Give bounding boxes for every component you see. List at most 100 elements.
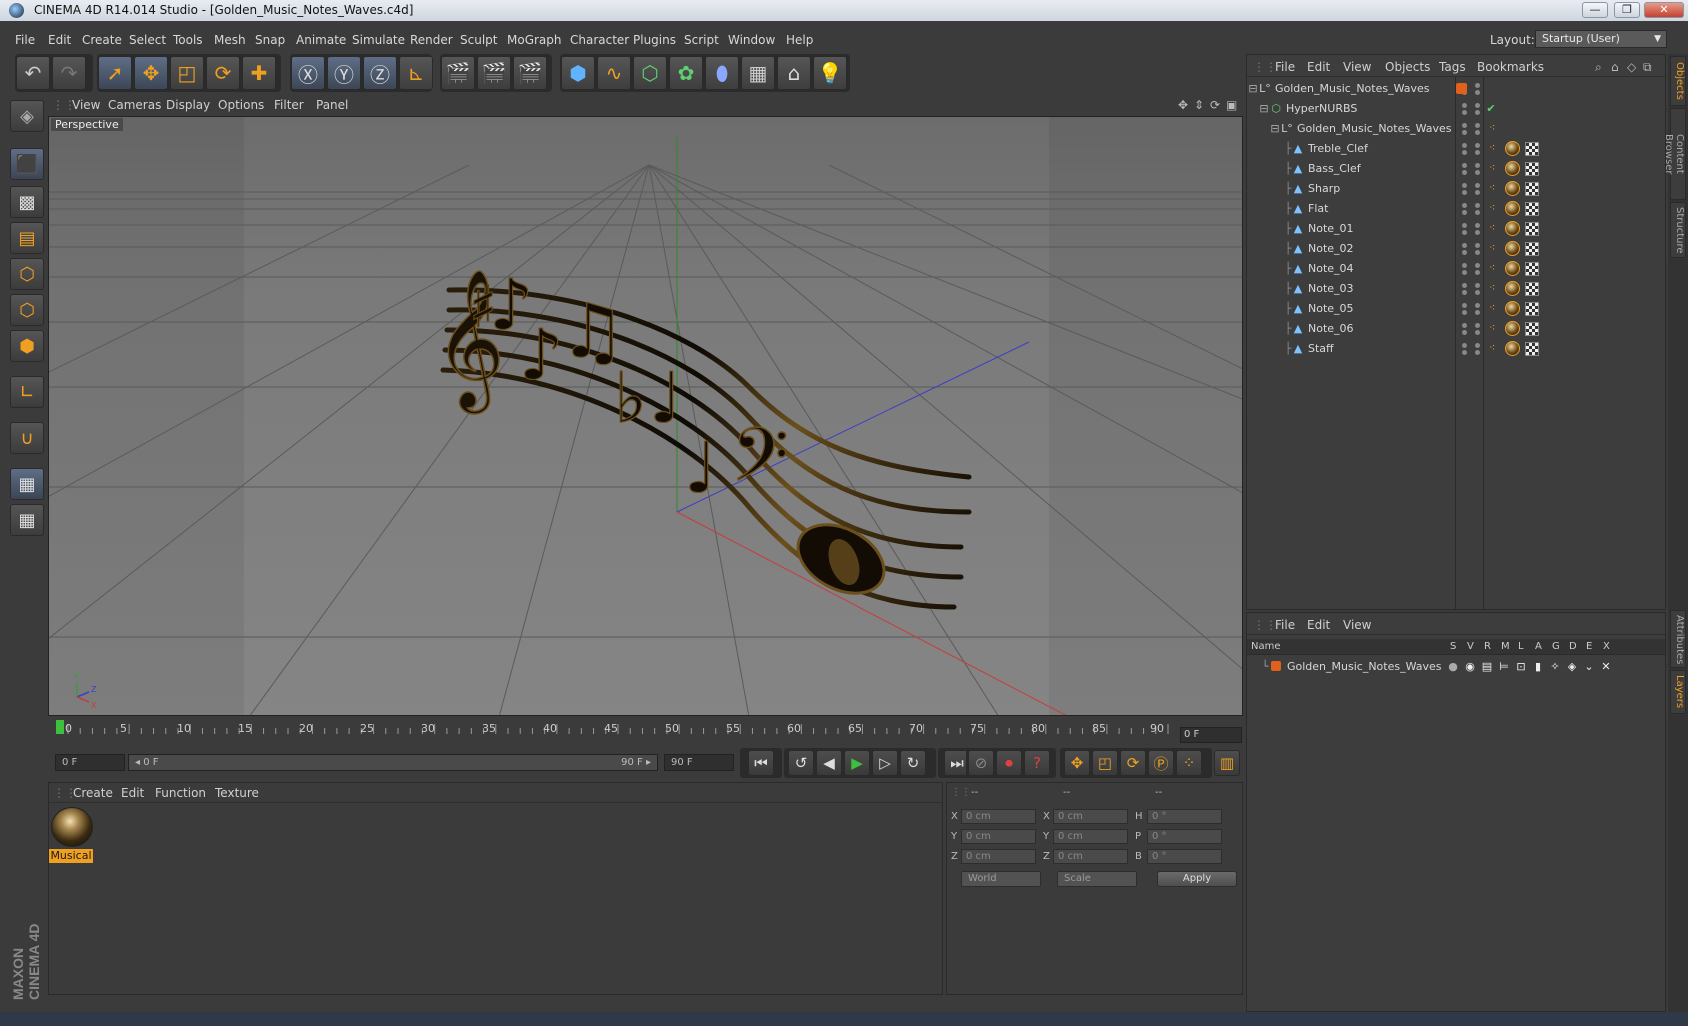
objects-menu-file[interactable]: File bbox=[1275, 60, 1295, 74]
editor-visibility-dot[interactable] bbox=[1462, 143, 1467, 148]
menu-simulate[interactable]: Simulate bbox=[352, 33, 405, 47]
editor-visibility-dot[interactable] bbox=[1475, 283, 1480, 288]
workplane-mode-button[interactable]: ▤ bbox=[10, 222, 44, 254]
object-row[interactable]: ├ ▲ Flat ⁖ bbox=[1247, 199, 1665, 219]
object-row[interactable]: ⊟ L° Golden_Music_Notes_Waves bbox=[1247, 79, 1665, 99]
objects-menu-bookmarks[interactable]: Bookmarks bbox=[1477, 60, 1544, 74]
object-name[interactable]: Treble_Clef bbox=[1308, 142, 1368, 155]
deformer-icon[interactable]: ◈ bbox=[1566, 661, 1578, 673]
menu-character[interactable]: Character bbox=[570, 33, 629, 47]
rot-b-field[interactable]: 0 ° bbox=[1147, 849, 1222, 864]
render-visibility-dot[interactable] bbox=[1462, 310, 1467, 315]
material-tag-icon[interactable] bbox=[1505, 321, 1520, 336]
minimize-button[interactable]: — bbox=[1582, 2, 1608, 18]
material-menu-edit[interactable]: Edit bbox=[121, 786, 144, 800]
viewport-menu-cameras[interactable]: Cameras bbox=[108, 98, 161, 112]
col-visible[interactable]: V bbox=[1467, 641, 1474, 652]
auto-keying-button[interactable]: ⏺ bbox=[996, 750, 1022, 776]
object-name[interactable]: Note_05 bbox=[1308, 302, 1354, 315]
expand-toggle-icon[interactable]: ⊟ bbox=[1247, 83, 1259, 95]
editor-visibility-dot[interactable] bbox=[1475, 183, 1480, 188]
object-name[interactable]: Note_03 bbox=[1308, 282, 1354, 295]
phong-tag-icon[interactable]: ⁖ bbox=[1489, 282, 1501, 294]
object-name[interactable]: Sharp bbox=[1308, 182, 1340, 195]
editor-visibility-dot[interactable] bbox=[1475, 323, 1480, 328]
recent-tool-button[interactable]: ✚ bbox=[242, 56, 276, 90]
editor-visibility-dot[interactable] bbox=[1475, 103, 1480, 108]
render-picture-viewer-button[interactable]: 🎬 bbox=[477, 56, 511, 90]
home-icon[interactable]: ⌂ bbox=[1611, 60, 1619, 74]
editor-visibility-dot[interactable] bbox=[1475, 143, 1480, 148]
render-visibility-dot[interactable] bbox=[1475, 170, 1480, 175]
editor-visibility-dot[interactable] bbox=[1462, 303, 1467, 308]
editor-visibility-dot[interactable] bbox=[1462, 283, 1467, 288]
editor-visibility-dot[interactable] bbox=[1475, 303, 1480, 308]
uvw-tag-icon[interactable] bbox=[1525, 202, 1539, 216]
render-visibility-dot[interactable] bbox=[1475, 290, 1480, 295]
render-visibility-dot[interactable] bbox=[1475, 190, 1480, 195]
size-z-field[interactable]: 0 cm bbox=[1053, 849, 1128, 864]
uvw-tag-icon[interactable] bbox=[1525, 322, 1539, 336]
subdivision-surface-button[interactable]: ⬡ bbox=[633, 56, 667, 90]
planar-workplane-button[interactable]: ▦ bbox=[10, 504, 44, 536]
next-key-button[interactable]: ↻ bbox=[900, 750, 926, 776]
render-visibility-dot[interactable] bbox=[1462, 110, 1467, 115]
uvw-tag-icon[interactable] bbox=[1525, 242, 1539, 256]
cloner-button[interactable]: ✿ bbox=[669, 56, 703, 90]
film-icon[interactable]: ▮ bbox=[1532, 661, 1544, 673]
pos-z-field[interactable]: 0 cm bbox=[961, 849, 1036, 864]
object-row[interactable]: ├ ▲ Note_04 ⁖ bbox=[1247, 259, 1665, 279]
col-animation[interactable]: A bbox=[1535, 641, 1542, 652]
eye-icon[interactable]: ◉ bbox=[1464, 661, 1476, 673]
coordinate-mode-dropdown[interactable]: World bbox=[961, 871, 1041, 887]
object-name[interactable]: Golden_Music_Notes_Waves bbox=[1275, 82, 1430, 95]
col-manager[interactable]: M bbox=[1501, 641, 1510, 652]
phong-tag-icon[interactable]: ⁖ bbox=[1489, 302, 1501, 314]
current-frame-field[interactable]: 0 F bbox=[1180, 727, 1242, 743]
material-tag-icon[interactable] bbox=[1505, 141, 1520, 156]
material-tag-icon[interactable] bbox=[1505, 221, 1520, 236]
editor-visibility-dot[interactable] bbox=[1475, 203, 1480, 208]
live-selection-button[interactable]: ➚ bbox=[98, 56, 132, 90]
material-menu-function[interactable]: Function bbox=[155, 786, 206, 800]
object-row[interactable]: ⊟ L° Golden_Music_Notes_Waves ⁖ bbox=[1247, 119, 1665, 139]
minus-icon[interactable]: ◇ bbox=[1627, 60, 1636, 74]
viewport-zoom-icon[interactable]: ⇕ bbox=[1194, 98, 1204, 112]
menu-animate[interactable]: Animate bbox=[296, 33, 346, 47]
size-mode-dropdown[interactable]: Scale bbox=[1057, 871, 1137, 887]
render-visibility-dot[interactable] bbox=[1462, 290, 1467, 295]
lock-icon[interactable]: ⊡ bbox=[1515, 661, 1527, 673]
object-name[interactable]: Bass_Clef bbox=[1308, 162, 1361, 175]
3d-viewport[interactable]: 𝄞 ♯ ♪ ♪ ♫ ♭ ♩ ♩ 𝄢 Y Z X Perspective bbox=[48, 116, 1243, 716]
expand-toggle-icon[interactable]: ⊟ bbox=[1258, 103, 1270, 115]
editor-visibility-dot[interactable] bbox=[1462, 323, 1467, 328]
phong-tag-icon[interactable]: ⁖ bbox=[1489, 142, 1501, 154]
model-mode-button[interactable]: ⬛ bbox=[10, 148, 44, 180]
render-visibility-dot[interactable] bbox=[1462, 130, 1467, 135]
phong-tag-icon[interactable]: ⁖ bbox=[1489, 222, 1501, 234]
render-visibility-dot[interactable] bbox=[1475, 210, 1480, 215]
layout-dropdown[interactable]: Startup (User) ▼ bbox=[1535, 30, 1667, 48]
col-xref[interactable]: X bbox=[1603, 641, 1610, 652]
workplane-lock-button[interactable]: ▦ bbox=[10, 468, 44, 500]
object-name[interactable]: Note_02 bbox=[1308, 242, 1354, 255]
render-visibility-dot[interactable] bbox=[1462, 330, 1467, 335]
render-visibility-dot[interactable] bbox=[1475, 250, 1480, 255]
playhead[interactable] bbox=[56, 720, 64, 734]
col-render[interactable]: R bbox=[1484, 641, 1491, 652]
editor-visibility-dot[interactable] bbox=[1475, 163, 1480, 168]
expression-icon[interactable]: ⌄ bbox=[1583, 661, 1595, 673]
start-frame-field[interactable]: 0 F bbox=[55, 754, 125, 771]
menu-help[interactable]: Help bbox=[786, 33, 813, 47]
uvw-tag-icon[interactable] bbox=[1525, 262, 1539, 276]
scale-tool-button[interactable]: ◰ bbox=[170, 56, 204, 90]
object-name[interactable]: Note_06 bbox=[1308, 322, 1354, 335]
spline-pen-button[interactable]: ∿ bbox=[597, 56, 631, 90]
previous-frame-button[interactable]: ◀ bbox=[816, 750, 842, 776]
timeline-ruler[interactable] bbox=[48, 718, 1243, 746]
uvw-tag-icon[interactable] bbox=[1525, 222, 1539, 236]
manager-tree-icon[interactable]: ⊨ bbox=[1498, 661, 1510, 673]
object-row[interactable]: ├ ▲ Staff ⁖ bbox=[1247, 339, 1665, 359]
rot-h-field[interactable]: 0 ° bbox=[1147, 809, 1222, 824]
material-tag-icon[interactable] bbox=[1505, 341, 1520, 356]
